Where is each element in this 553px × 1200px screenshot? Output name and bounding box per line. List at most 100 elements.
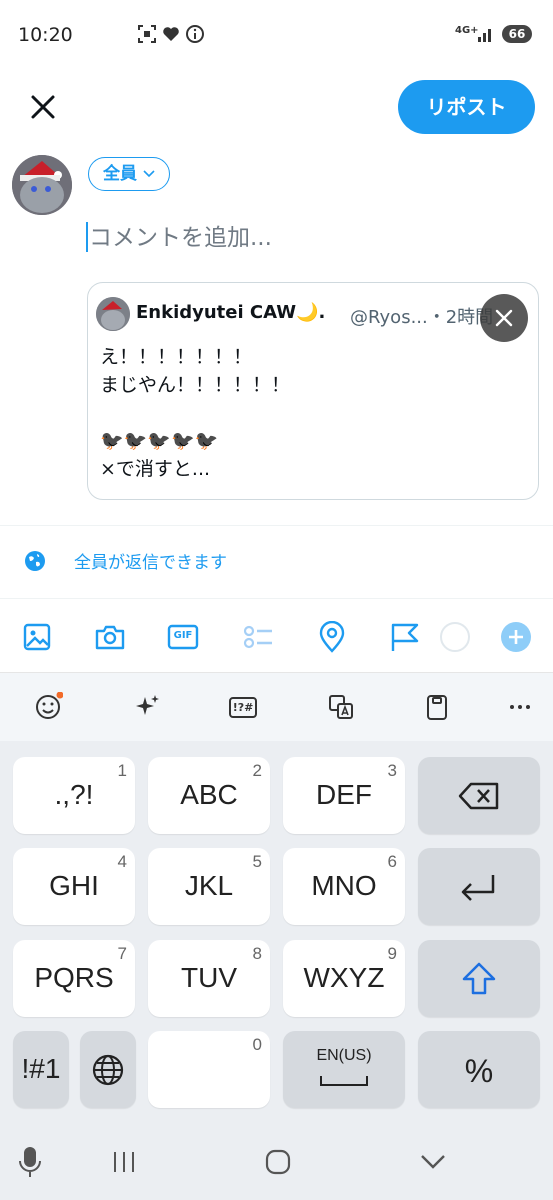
close-button[interactable] [26, 90, 60, 124]
shift-key[interactable] [418, 940, 540, 1017]
quoted-author-avatar [96, 297, 130, 331]
keyboard-toolbar [0, 673, 553, 741]
symbol-mode-key[interactable]: !#1 [13, 1031, 69, 1108]
location-pin-icon [319, 621, 345, 653]
hide-keyboard-button[interactable] [413, 1145, 453, 1179]
key-label: WXYZ [303, 962, 385, 993]
battery-indicator: 66 [502, 25, 532, 43]
poll-button[interactable] [241, 620, 275, 654]
globe-icon [25, 550, 45, 571]
sparkle-icon [136, 695, 159, 715]
network-indicator: 4G+ [455, 25, 479, 36]
poll-icon [243, 625, 272, 649]
keyboard [0, 673, 553, 1200]
enter-icon [461, 875, 495, 901]
translate-button[interactable] [324, 690, 358, 724]
space-key[interactable]: EN(US) [283, 1031, 405, 1108]
key-number: 8 [252, 944, 262, 963]
key-4[interactable]: GHI 4 [13, 848, 135, 925]
key-3[interactable]: DEF 3 [283, 757, 405, 834]
repost-button[interactable]: リポスト [398, 80, 535, 134]
more-options-button[interactable] [503, 690, 537, 724]
add-post-button[interactable] [499, 620, 533, 654]
emoji-button[interactable] [31, 690, 65, 724]
key-label: PQRS [34, 962, 114, 993]
user-avatar[interactable] [12, 155, 72, 215]
quoted-post-text: え！！！！！！！ まじやん！！！！！！ 🐦‍⬛🐦‍⬛🐦‍⬛🐦‍⬛🐦‍⬛ ×で消す… [100, 346, 291, 480]
status-time: 10:20 [18, 24, 73, 46]
space-key-language: EN(US) [316, 1047, 372, 1064]
divider [0, 598, 553, 599]
space-bar-icon [320, 1076, 368, 1086]
clipboard-button[interactable] [420, 690, 454, 724]
key-label: DEF [316, 779, 372, 810]
image-button[interactable] [20, 620, 54, 654]
close-icon [31, 95, 55, 119]
key-label: MNO [311, 870, 377, 901]
key-6[interactable]: MNO 6 [283, 848, 405, 925]
key-number: 5 [252, 852, 262, 871]
audience-label: 全員 [103, 164, 137, 184]
reply-setting-button[interactable]: 全員が返信できます [24, 548, 227, 573]
recent-apps-button[interactable] [104, 1145, 144, 1179]
key-number: 1 [117, 761, 127, 780]
ai-sparkle-button[interactable] [130, 690, 164, 724]
key-2[interactable]: ABC 2 [148, 757, 270, 834]
key-label: !#1 [21, 1053, 61, 1084]
shift-arrow-icon [462, 962, 496, 995]
key-1[interactable]: .,?! 1 [13, 757, 135, 834]
globe-icon [92, 1054, 124, 1086]
heart-icon [163, 27, 179, 41]
reply-setting-label: 全員が返信できます [74, 553, 227, 573]
chevron-down-icon [143, 170, 155, 178]
flag-button[interactable] [388, 620, 422, 654]
comment-input[interactable] [86, 220, 529, 256]
key-number: 3 [387, 761, 397, 780]
key-7[interactable]: PQRS 7 [13, 940, 135, 1017]
symbols-label: !?# [228, 696, 258, 718]
voice-input-button[interactable] [10, 1145, 50, 1179]
key-5[interactable]: JKL 5 [148, 848, 270, 925]
backspace-key[interactable] [418, 757, 540, 834]
remove-quote-button[interactable] [480, 294, 528, 342]
audience-selector[interactable]: 全員 [88, 157, 170, 191]
gif-label: GIF [173, 630, 193, 641]
avatar-image [12, 155, 72, 215]
plus-circle-icon [501, 622, 531, 652]
signal-icon [478, 29, 491, 42]
percent-key[interactable]: % [418, 1031, 540, 1108]
divider [0, 525, 553, 526]
key-label: .,?! [54, 779, 94, 810]
quoted-avatar-image [96, 297, 130, 331]
emoji-icon [36, 692, 63, 719]
key-number: 4 [117, 852, 127, 871]
progress-ring-icon [440, 622, 470, 652]
location-button[interactable] [315, 620, 349, 654]
key-label: JKL [184, 870, 234, 901]
enter-key[interactable] [418, 848, 540, 925]
key-0[interactable]: 0 [148, 1031, 270, 1108]
image-icon [23, 623, 51, 651]
more-icon [510, 705, 530, 709]
status-icons [137, 24, 205, 44]
key-label: ABC [180, 779, 238, 810]
symbols-button[interactable]: !?# [226, 690, 260, 724]
language-key[interactable] [80, 1031, 136, 1108]
backspace-icon [458, 782, 499, 810]
recent-apps-icon [114, 1152, 134, 1172]
key-9[interactable]: WXYZ 9 [283, 940, 405, 1017]
clipboard-icon [427, 695, 447, 720]
key-number: 9 [387, 944, 397, 963]
close-icon [495, 309, 513, 327]
character-counter [438, 620, 472, 654]
info-icon [186, 25, 204, 43]
chevron-down-icon [421, 1155, 445, 1169]
key-8[interactable]: TUV 8 [148, 940, 270, 1017]
key-number: 0 [252, 1035, 262, 1054]
gif-button[interactable]: GIF [166, 620, 200, 654]
camera-button[interactable] [93, 620, 127, 654]
key-label: TUV [181, 962, 237, 993]
quoted-author-name: Enkidyutei CAW🌙. [136, 302, 326, 323]
home-button[interactable] [258, 1145, 298, 1179]
flag-icon [391, 623, 419, 651]
